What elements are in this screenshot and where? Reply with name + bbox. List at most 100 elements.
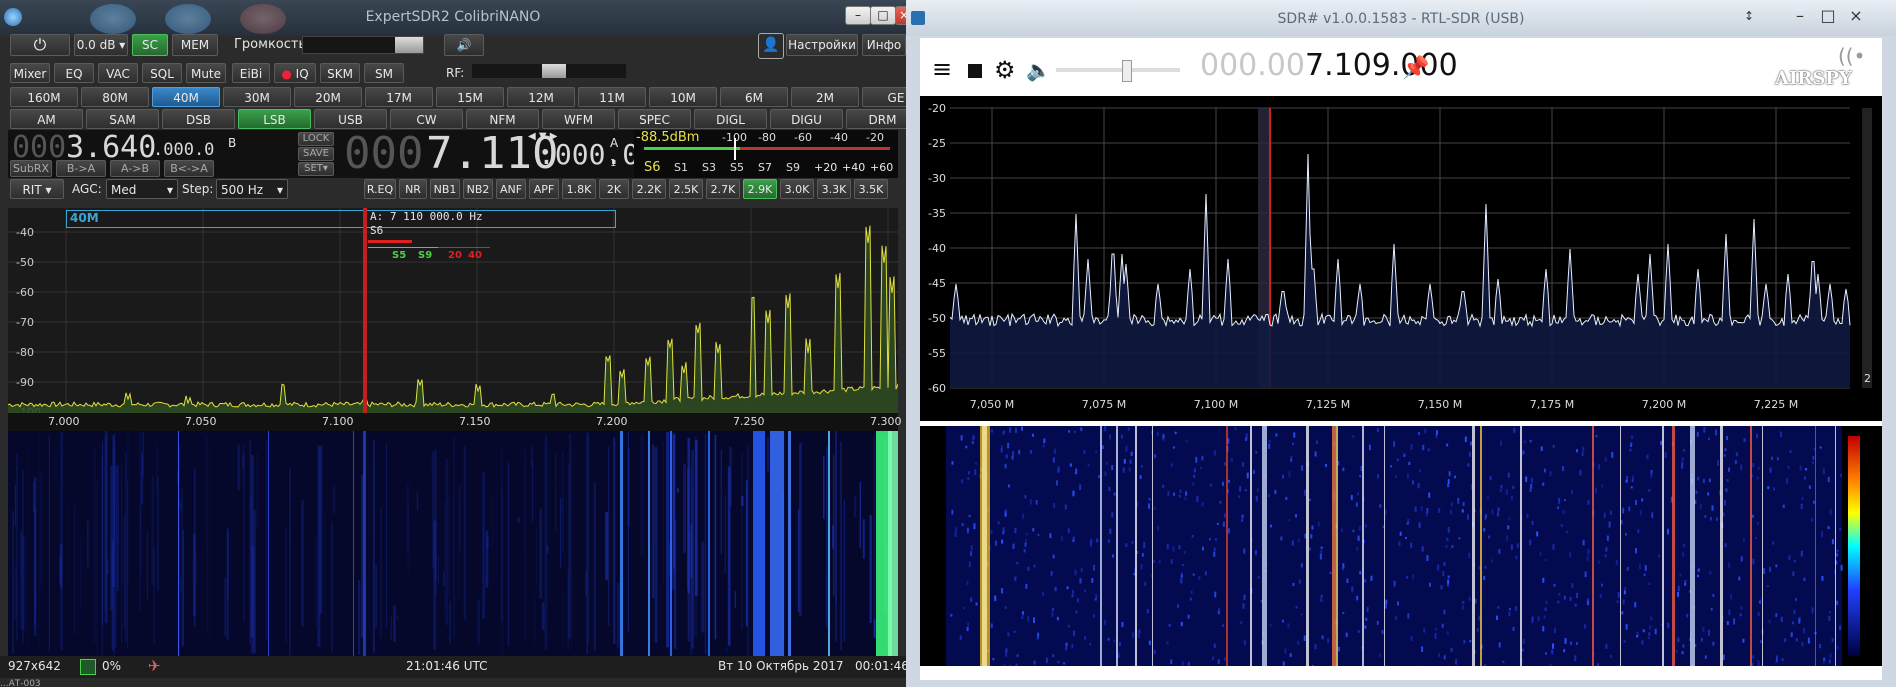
gear-icon[interactable]: ⚙ [994, 56, 1016, 84]
mode-button-sam[interactable]: SAM [86, 109, 159, 129]
settings-button[interactable]: Настройки [786, 34, 858, 56]
filter-button-25k[interactable]: 2.5K [669, 179, 703, 199]
band-button-20m[interactable]: 20M [294, 87, 362, 107]
lock-button[interactable]: LOCK [298, 132, 334, 146]
filter-button-22k[interactable]: 2.2K [632, 179, 666, 199]
filter-button-nb2[interactable]: NB2 [463, 179, 493, 199]
right-titlebar[interactable]: SDR# v1.0.0.1583 - RTL-SDR (USB) ↕ – □ × [906, 0, 1896, 36]
eibi-button[interactable]: EiBi [232, 63, 270, 83]
eq-button[interactable]: EQ [54, 63, 94, 83]
rf-slider-thumb[interactable] [542, 64, 566, 78]
mode-button-digu[interactable]: DIGU [770, 109, 843, 129]
band-button-12m[interactable]: 12M [507, 87, 575, 107]
mode-button-usb[interactable]: USB [314, 109, 387, 129]
subrx-button[interactable]: SubRX [10, 160, 52, 177]
power-button[interactable]: ⏻ [10, 34, 70, 56]
right-waterfall[interactable] [920, 426, 1882, 666]
left-waterfall[interactable] [8, 431, 898, 656]
b-to-a-button[interactable]: B->A [56, 160, 106, 177]
gain-select[interactable]: 0.0 dB ▾ [74, 34, 128, 56]
mode-button-digl[interactable]: DIGL [694, 109, 767, 129]
rit-select[interactable]: RIT ▾ [10, 179, 64, 199]
minimize-button[interactable]: – [845, 6, 871, 25]
volume-slider-thumb[interactable] [1122, 60, 1132, 82]
filter-button-18k[interactable]: 1.8K [562, 179, 596, 199]
speaker-icon[interactable]: 🔈 [1026, 58, 1051, 82]
mem-button[interactable]: MEM [172, 34, 218, 56]
pin-icon[interactable]: ↕ [1744, 9, 1754, 23]
close-button[interactable]: × [1846, 6, 1866, 25]
left-spectrum-plot[interactable]: -40-50-60-70-80-90-100 [8, 208, 898, 413]
right-waterfall-plot[interactable] [920, 426, 1882, 666]
band-button-80m[interactable]: 80M [81, 87, 149, 107]
close-button[interactable]: × [895, 6, 906, 25]
b-swap-a-button[interactable]: B<->A [164, 160, 214, 177]
user-icon[interactable]: 👤 [758, 33, 784, 59]
volume-slider-thumb[interactable] [395, 37, 423, 53]
filter-button-nb1[interactable]: NB1 [430, 179, 460, 199]
right-spectrum[interactable]: -20 -25 -30 -35 -40 -45 -50 -55 -60 7,050 M 7,075 … [920, 96, 1882, 421]
left-titlebar[interactable]: ExpertSDR2 ColibriNANO – □ × [0, 0, 906, 36]
filter-button-30k[interactable]: 3.0K [780, 179, 814, 199]
step-select[interactable]: 500 Hz ▾ [216, 179, 288, 199]
band-button-ge[interactable]: GE [862, 87, 906, 107]
iq-button[interactable]: ● IQ [274, 63, 316, 83]
band-button-2m[interactable]: 2M [791, 87, 859, 107]
filter-button-27k[interactable]: 2.7K [706, 179, 740, 199]
tune-marker[interactable] [363, 208, 367, 413]
mode-button-drm[interactable]: DRM [846, 109, 906, 129]
minimize-button[interactable]: – [1790, 6, 1810, 25]
filter-button-nr[interactable]: NR [399, 179, 427, 199]
band-button-15m[interactable]: 15M [436, 87, 504, 107]
sc-button[interactable]: SC [132, 34, 168, 56]
band-button-6m[interactable]: 6M [720, 87, 788, 107]
left-waterfall-plot[interactable] [8, 431, 898, 656]
agc-select[interactable]: Med ▾ [106, 179, 178, 199]
filter-button-anf[interactable]: ANF [496, 179, 526, 199]
mode-button-lsb[interactable]: LSB [238, 109, 311, 129]
right-spectrum-plot[interactable]: -20 -25 -30 -35 -40 -45 -50 -55 -60 7,050 M 7,075 … [920, 96, 1882, 421]
waterfall-speck [1684, 582, 1687, 586]
skm-button[interactable]: SKM [320, 63, 360, 83]
maximize-button[interactable]: □ [1818, 6, 1838, 25]
maximize-button[interactable]: □ [870, 6, 896, 25]
sm-button[interactable]: SM [364, 63, 404, 83]
band-button-30m[interactable]: 30M [223, 87, 291, 107]
band-button-11m[interactable]: 11M [578, 87, 646, 107]
filter-button-35k[interactable]: 3.5K [854, 179, 888, 199]
band-button-10m[interactable]: 10M [649, 87, 717, 107]
info-button[interactable]: Инфо [862, 34, 906, 56]
tune-arrows[interactable]: ◀ ▼ ▶ [528, 131, 608, 143]
filter-button-29k[interactable]: 2.9K [743, 179, 777, 199]
sql-button[interactable]: SQL [142, 63, 182, 83]
menu-icon[interactable]: ≡ [932, 57, 956, 81]
save-button[interactable]: SAVE [298, 147, 334, 161]
mode-button-nfm[interactable]: NFM [466, 109, 539, 129]
set-button[interactable]: SET▾ [298, 162, 334, 176]
mode-button-cw[interactable]: CW [390, 109, 463, 129]
band-button-160m[interactable]: 160M [10, 87, 78, 107]
mode-button-am[interactable]: AM [10, 109, 83, 129]
mode-button-spec[interactable]: SPEC [618, 109, 691, 129]
volume-slider[interactable] [1056, 60, 1180, 82]
waterfall-stroke [517, 517, 520, 523]
band-button-40m[interactable]: 40M [152, 87, 220, 107]
band-button-17m[interactable]: 17M [365, 87, 433, 107]
speaker-button[interactable]: 🔊 [444, 34, 484, 56]
a-to-b-button[interactable]: A->B [110, 160, 160, 177]
filter-button-apf[interactable]: APF [529, 179, 559, 199]
mute-button[interactable]: Mute [186, 63, 226, 83]
mixer-button[interactable]: Mixer [10, 63, 50, 83]
volume-slider[interactable] [302, 36, 424, 54]
mode-button-dsb[interactable]: DSB [162, 109, 235, 129]
left-spectrum[interactable]: -40-50-60-70-80-90-100 40M A: 7 110 000.… [8, 208, 898, 413]
filter-button-33k[interactable]: 3.3K [817, 179, 851, 199]
pin-icon[interactable]: 📌 [1402, 56, 1429, 81]
stop-icon[interactable] [968, 64, 982, 78]
filter-button-req[interactable]: R.EQ [364, 179, 396, 199]
vac-button[interactable]: VAC [98, 63, 138, 83]
rf-slider[interactable] [472, 64, 626, 78]
marker-scale-red [438, 247, 490, 248]
mode-button-wfm[interactable]: WFM [542, 109, 615, 129]
filter-button-2k[interactable]: 2K [599, 179, 629, 199]
